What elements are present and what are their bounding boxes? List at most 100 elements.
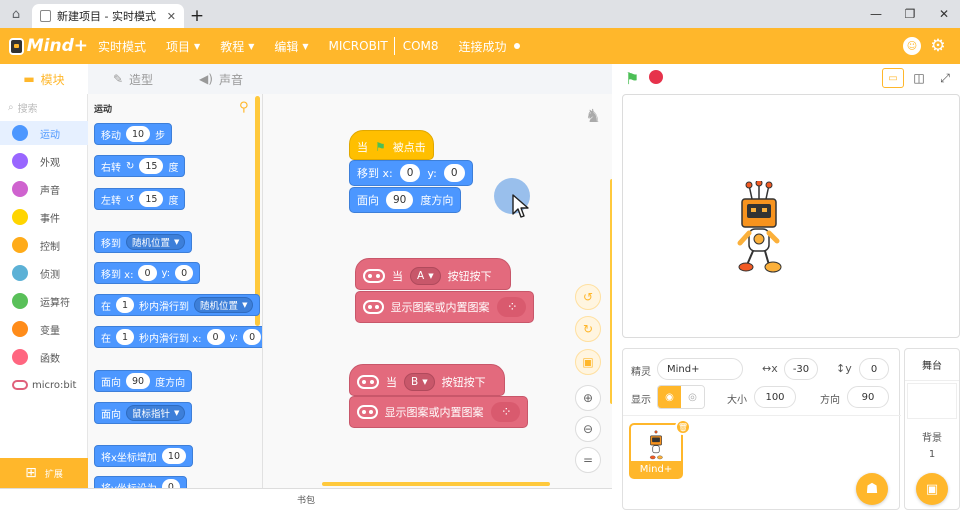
- menu-project[interactable]: 项目 ▼: [156, 38, 210, 55]
- workspace-horizontal-scrollbar[interactable]: [322, 482, 550, 486]
- pattern-grid-icon[interactable]: ⁘: [496, 297, 526, 317]
- minimize-button[interactable]: —: [860, 0, 892, 28]
- block-goto-target[interactable]: 移到 随机位置 ▼: [94, 231, 193, 253]
- steps-input[interactable]: 10: [126, 126, 151, 142]
- category-sensing[interactable]: 侦测: [0, 261, 88, 285]
- show-pattern-a-block[interactable]: 显示图案或内置图案 ⁘: [355, 291, 534, 323]
- undo-button[interactable]: ↺: [575, 284, 601, 310]
- degrees-input[interactable]: 15: [139, 191, 164, 207]
- restore-button[interactable]: ❐: [894, 0, 926, 28]
- block-glide-to-xy[interactable]: 在 1 秒内滑行到 x: 0 y: 0: [94, 326, 262, 348]
- y-input[interactable]: 0: [175, 265, 194, 281]
- green-flag-button[interactable]: ⚑: [625, 69, 639, 88]
- block-change-x[interactable]: 将x坐标增加 10: [94, 445, 194, 467]
- add-backdrop-button[interactable]: ▣: [916, 473, 948, 505]
- seconds-input[interactable]: 1: [116, 329, 135, 345]
- category-control[interactable]: 控制: [0, 233, 88, 257]
- menu-realtime-mode[interactable]: 实时模式: [88, 38, 156, 55]
- category-microbit[interactable]: micro:bit: [0, 373, 88, 397]
- block-turn-left[interactable]: 左转 ↺ 15 度: [94, 188, 186, 210]
- small-stage-button[interactable]: ▭: [882, 68, 904, 88]
- workspace-vertical-scrollbar[interactable]: [610, 179, 612, 404]
- direction-input[interactable]: 90: [126, 373, 151, 389]
- category-operators[interactable]: 运算符: [0, 289, 88, 313]
- target-dropdown[interactable]: 随机位置 ▼: [126, 234, 186, 250]
- towards-dropdown[interactable]: 鼠标指针 ▼: [126, 405, 186, 421]
- x-change-input[interactable]: 10: [161, 448, 187, 464]
- tab-costumes[interactable]: ✎ 造型: [88, 64, 178, 94]
- menu-tutorial[interactable]: 教程 ▼: [210, 38, 264, 55]
- block-point-direction[interactable]: 面向 90 度方向: [94, 370, 193, 392]
- new-tab-button[interactable]: +: [184, 4, 210, 28]
- degrees-input[interactable]: 15: [139, 158, 164, 174]
- settings-button[interactable]: ⚙: [926, 28, 950, 64]
- tab-sounds[interactable]: ◀) 声音: [178, 64, 264, 94]
- script-goto-xy-block[interactable]: 移到 x: 0 y: 0: [349, 160, 473, 186]
- sprite-name-input[interactable]: Mind+: [657, 358, 743, 380]
- category-search[interactable]: ⌕ 搜索: [8, 98, 84, 116]
- sprite-thumbnail[interactable]: Mind+ 🗑: [629, 419, 691, 479]
- redo-button[interactable]: ↻: [575, 316, 601, 342]
- menu-edit[interactable]: 编辑 ▼: [264, 38, 318, 55]
- sprite-x-input[interactable]: -30: [784, 358, 818, 380]
- port-selector[interactable]: COM8: [397, 39, 449, 53]
- tab-blocks[interactable]: ▬ 模块: [0, 64, 88, 94]
- stop-button[interactable]: [649, 70, 663, 84]
- direction-input[interactable]: 90: [386, 191, 414, 209]
- script-workspace[interactable]: ♞ 当 ⚑ 被点击 移到 x: 0 y: 0 面向 90 度方向 当 A ▼ 按钮…: [263, 94, 612, 488]
- y-set-input[interactable]: 0: [161, 479, 180, 488]
- when-button-a-pressed-block[interactable]: 当 A ▼ 按钮按下: [355, 258, 511, 290]
- y-input[interactable]: 0: [443, 164, 465, 182]
- block-move-steps[interactable]: 移动 10 步: [94, 123, 173, 145]
- hide-eye-icon[interactable]: ◎: [681, 386, 704, 408]
- button-a-dropdown[interactable]: A ▼: [410, 267, 441, 285]
- sprite-direction-input[interactable]: 90: [847, 386, 889, 408]
- category-variables[interactable]: 变量: [0, 317, 88, 341]
- category-sound[interactable]: 声音: [0, 177, 88, 201]
- palette-scrollbar[interactable]: [255, 96, 260, 326]
- pattern-grid-icon[interactable]: ⁘: [490, 402, 520, 422]
- zoom-in-button[interactable]: ⊕: [575, 385, 601, 411]
- zoom-out-button[interactable]: ⊖: [575, 416, 601, 442]
- block-glide-to-target[interactable]: 在 1 秒内滑行到 随机位置 ▼: [94, 294, 261, 316]
- category-functions[interactable]: 函数: [0, 345, 88, 369]
- browser-tab[interactable]: 新建项目 - 实时模式 ✕: [32, 4, 184, 28]
- zoom-reset-button[interactable]: =: [575, 447, 601, 473]
- seconds-input[interactable]: 1: [116, 297, 135, 313]
- y-input[interactable]: 0: [243, 329, 262, 345]
- mind-plus-robot-sprite[interactable]: [735, 181, 783, 273]
- block-turn-right[interactable]: 右转 ↻ 15 度: [94, 155, 186, 177]
- tab-close-icon[interactable]: ✕: [167, 10, 176, 23]
- fullscreen-button[interactable]: ⤢: [934, 68, 956, 88]
- home-button[interactable]: ⌂: [0, 0, 32, 28]
- when-button-b-pressed-block[interactable]: 当 B ▼ 按钮按下: [349, 364, 505, 396]
- script-point-direction-block[interactable]: 面向 90 度方向: [349, 187, 462, 213]
- category-events[interactable]: 事件: [0, 205, 88, 229]
- button-b-dropdown[interactable]: B ▼: [404, 373, 435, 391]
- pin-icon[interactable]: ⚲: [239, 100, 249, 115]
- x-input[interactable]: 0: [138, 265, 157, 281]
- backdrop-thumbnail[interactable]: [907, 383, 957, 419]
- block-point-towards[interactable]: 面向 鼠标指针 ▼: [94, 402, 193, 424]
- add-sprite-button[interactable]: ☗: [856, 473, 888, 505]
- backpack-bar[interactable]: 书包: [0, 488, 612, 510]
- when-flag-clicked-block[interactable]: 当 ⚑ 被点击: [349, 130, 434, 160]
- x-input[interactable]: 0: [206, 329, 225, 345]
- large-stage-button[interactable]: ◫: [908, 68, 930, 88]
- category-looks[interactable]: 外观: [0, 149, 88, 173]
- stage-canvas[interactable]: [622, 94, 960, 338]
- show-eye-icon[interactable]: ◉: [658, 386, 681, 408]
- board-selector[interactable]: MICROBIT: [319, 39, 392, 53]
- x-input[interactable]: 0: [399, 164, 421, 182]
- show-pattern-b-block[interactable]: 显示图案或内置图案 ⁘: [349, 396, 528, 428]
- sprite-size-input[interactable]: 100: [754, 386, 796, 408]
- window-close-button[interactable]: ✕: [928, 0, 960, 28]
- block-set-y[interactable]: 将y坐标设为 0: [94, 476, 187, 488]
- category-motion[interactable]: 运动: [0, 121, 88, 145]
- target-dropdown[interactable]: 随机位置 ▼: [194, 297, 254, 313]
- connection-status[interactable]: 连接成功: [449, 38, 530, 55]
- delete-sprite-icon[interactable]: 🗑: [675, 419, 691, 435]
- block-goto-xy[interactable]: 移到 x: 0 y: 0: [94, 262, 201, 284]
- extension-button[interactable]: ⊞ 扩展: [0, 458, 88, 488]
- user-avatar-button[interactable]: ☺: [900, 28, 924, 64]
